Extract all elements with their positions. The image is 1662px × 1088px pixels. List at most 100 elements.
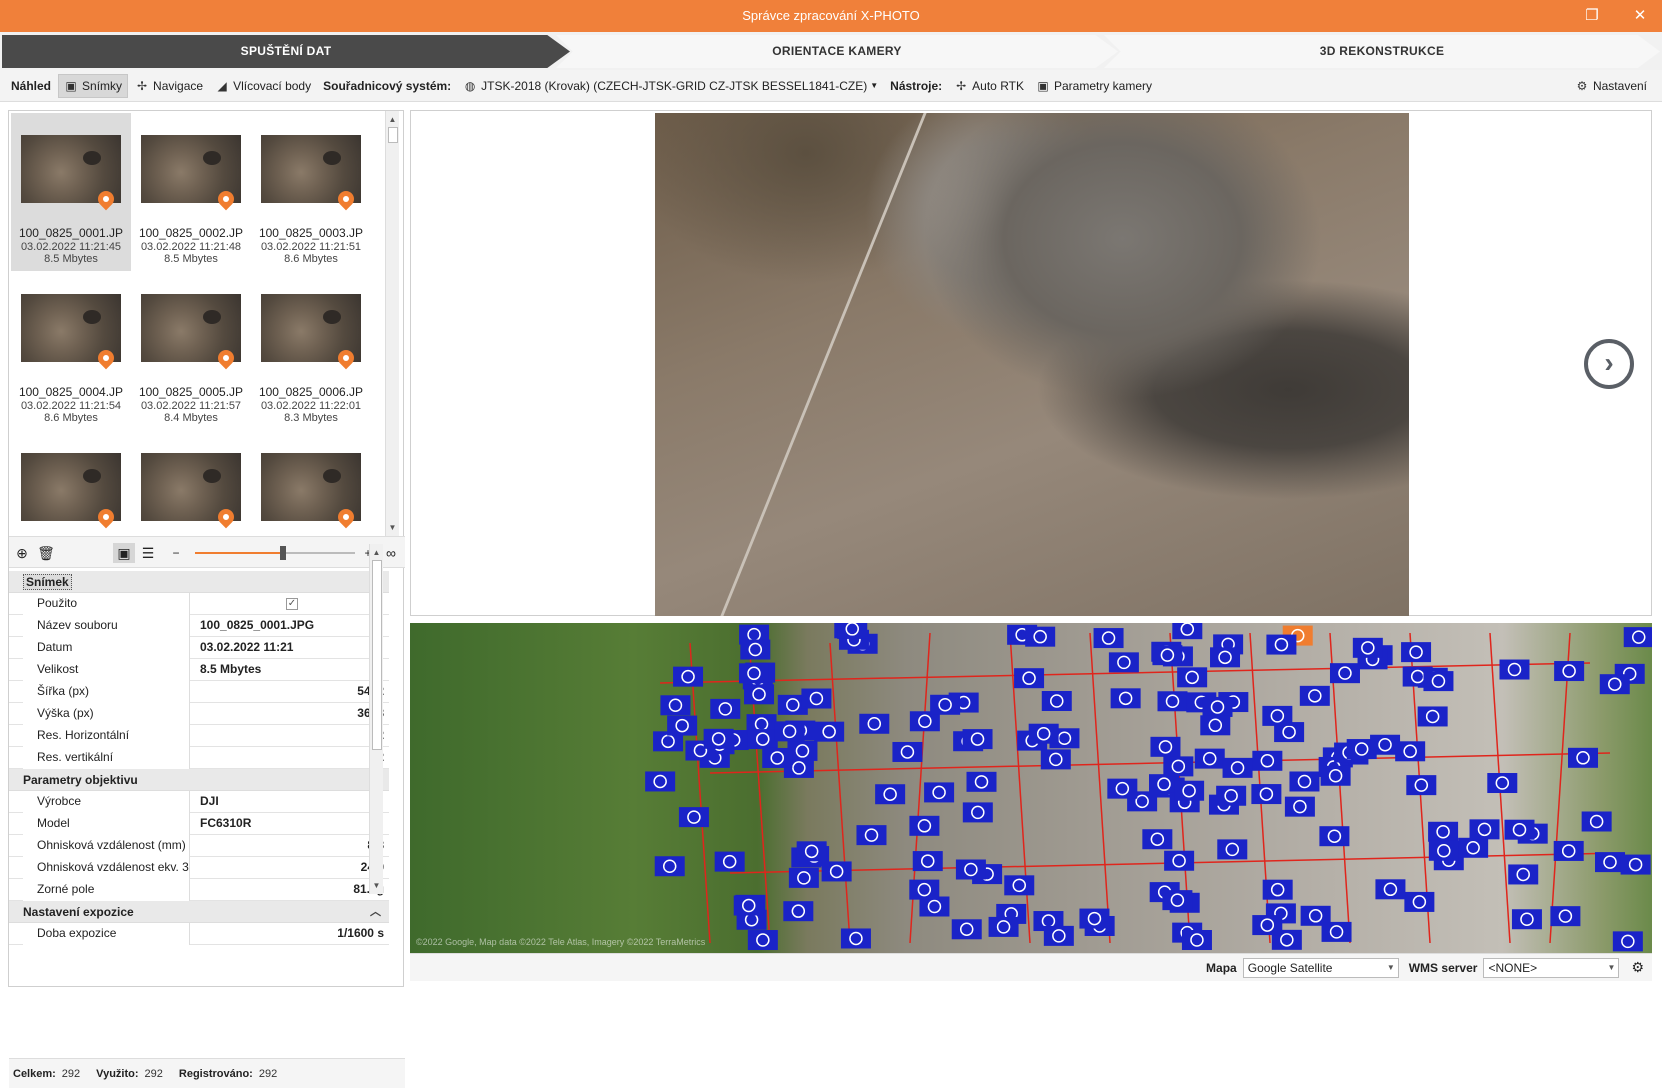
camera-position-marker[interactable] bbox=[1210, 647, 1241, 668]
thumbnail-item[interactable]: 100_0825_0001.JP 03.02.2022 11:21:45 8.5 M… bbox=[11, 113, 131, 271]
camera-position-marker[interactable] bbox=[1458, 837, 1489, 858]
camera-position-marker[interactable] bbox=[1252, 915, 1283, 936]
camera-position-marker[interactable] bbox=[1550, 906, 1581, 927]
property-row[interactable]: Ohnisková vzdálenost (mm) 8.8 bbox=[9, 835, 389, 857]
camera-position-marker[interactable] bbox=[801, 688, 832, 709]
camera-position-marker[interactable] bbox=[1202, 696, 1233, 717]
camera-position-marker[interactable] bbox=[1370, 734, 1401, 755]
gear-icon[interactable]: ⚙ bbox=[1631, 959, 1644, 976]
camera-position-marker[interactable] bbox=[1041, 691, 1072, 712]
property-row[interactable]: Šířka (px) 5472 bbox=[9, 681, 389, 703]
thumbnail-item[interactable] bbox=[11, 431, 131, 536]
camera-position-marker[interactable] bbox=[1107, 778, 1138, 799]
camera-position-marker[interactable] bbox=[1194, 748, 1225, 769]
camera-position-marker[interactable] bbox=[747, 729, 778, 750]
camera-position-marker[interactable] bbox=[1319, 826, 1350, 847]
camera-position-marker[interactable] bbox=[1284, 796, 1315, 817]
camera-position-marker[interactable] bbox=[1172, 623, 1203, 640]
camera-position-marker[interactable] bbox=[1142, 829, 1173, 850]
camera-position-marker[interactable] bbox=[912, 851, 943, 872]
section-lens[interactable]: Parametry objektivu ︿ bbox=[9, 769, 389, 791]
zoom-out-icon[interactable]: − bbox=[165, 543, 187, 563]
camera-position-marker[interactable] bbox=[1352, 637, 1383, 658]
camera-position-marker[interactable] bbox=[1554, 661, 1585, 682]
property-row[interactable]: Výrobce DJI bbox=[9, 791, 389, 813]
property-row[interactable]: Datum 03.02.2022 11:21 bbox=[9, 637, 389, 659]
camera-position-marker[interactable] bbox=[1217, 839, 1248, 860]
property-row[interactable]: Použito ✓ bbox=[9, 593, 389, 615]
camera-position-marker[interactable] bbox=[1499, 659, 1530, 680]
section-exposure[interactable]: Nastavení expozice ︿ bbox=[9, 901, 389, 923]
list-view-icon[interactable]: ☰ bbox=[137, 543, 159, 563]
camera-position-marker[interactable] bbox=[859, 713, 890, 734]
camera-position-marker[interactable] bbox=[1401, 642, 1432, 663]
camera-position-marker[interactable] bbox=[1025, 626, 1056, 647]
property-row[interactable]: Res. Horizontální 72 bbox=[9, 725, 389, 747]
camera-position-marker[interactable] bbox=[678, 807, 709, 828]
navigation-button[interactable]: ✢ Navigace bbox=[130, 74, 208, 98]
camera-position-marker[interactable] bbox=[1428, 821, 1459, 842]
property-row[interactable]: Model FC6310R bbox=[9, 813, 389, 835]
camera-position-marker[interactable] bbox=[1004, 875, 1035, 896]
photos-button[interactable]: ▣ Snímky bbox=[58, 73, 129, 98]
camera-position-marker[interactable] bbox=[1150, 736, 1181, 757]
property-scrollbar[interactable]: ▲ ▼ bbox=[369, 544, 383, 894]
link-icon[interactable]: ∞ bbox=[380, 543, 402, 563]
camera-params-button[interactable]: ▣ Parametry kamery bbox=[1031, 74, 1157, 98]
camera-position-marker[interactable] bbox=[1417, 706, 1448, 727]
camera-position-marker[interactable] bbox=[1157, 691, 1188, 712]
camera-position-marker[interactable] bbox=[1406, 775, 1437, 796]
used-checkbox[interactable]: ✓ bbox=[286, 597, 298, 610]
camera-position-marker[interactable] bbox=[703, 728, 734, 749]
camera-position-marker[interactable] bbox=[1262, 705, 1293, 726]
camera-position-marker[interactable] bbox=[1329, 663, 1360, 684]
camera-position-marker[interactable] bbox=[962, 802, 993, 823]
wms-server-select[interactable]: <NONE> ▼ bbox=[1483, 957, 1620, 978]
zoom-slider[interactable] bbox=[195, 546, 355, 560]
scroll-up-icon[interactable]: ▲ bbox=[386, 113, 399, 126]
camera-position-marker[interactable] bbox=[1216, 785, 1247, 806]
camera-position-marker[interactable] bbox=[951, 919, 982, 940]
zoom-slider-knob[interactable] bbox=[280, 546, 286, 560]
camera-position-marker[interactable] bbox=[1581, 811, 1612, 832]
camera-position-marker[interactable] bbox=[667, 715, 698, 736]
step-camera-orientation[interactable]: ORIENTACE KAMERY bbox=[556, 35, 1118, 68]
settings-button[interactable]: ⚙ Nastavení bbox=[1570, 74, 1652, 98]
camera-position-marker[interactable] bbox=[892, 741, 923, 762]
camera-position-marker[interactable] bbox=[673, 666, 704, 687]
camera-position-marker[interactable] bbox=[840, 928, 871, 949]
step-3d-reconstruction[interactable]: 3D REKONSTRUKCE bbox=[1104, 35, 1660, 68]
camera-position-marker[interactable] bbox=[856, 825, 887, 846]
camera-position-marker[interactable] bbox=[1612, 931, 1643, 952]
camera-position-marker[interactable] bbox=[1028, 723, 1059, 744]
camera-position-marker[interactable] bbox=[747, 930, 778, 951]
thumbnail-item[interactable]: 100_0825_0006.JP 03.02.2022 11:22:01 8.3 M… bbox=[251, 272, 371, 430]
map-view[interactable]: ©2022 Google, Map data ©2022 Tele Atlas,… bbox=[410, 623, 1652, 953]
camera-position-marker[interactable] bbox=[710, 698, 741, 719]
camera-position-marker[interactable] bbox=[1299, 685, 1330, 706]
camera-position-marker[interactable] bbox=[1511, 909, 1542, 930]
camera-position-marker[interactable] bbox=[1163, 756, 1194, 777]
camera-position-marker[interactable] bbox=[738, 663, 769, 684]
camera-position-marker[interactable] bbox=[1040, 749, 1071, 770]
property-row[interactable]: Ohnisková vzdálenost ekv. 3... 24.0 bbox=[9, 857, 389, 879]
delete-icon[interactable]: 🗑 bbox=[35, 543, 57, 563]
camera-position-marker[interactable] bbox=[1620, 854, 1651, 875]
camera-position-marker[interactable] bbox=[1181, 930, 1212, 951]
thumbnail-view-icon[interactable]: ▣ bbox=[113, 543, 135, 563]
camera-position-marker[interactable] bbox=[1251, 784, 1282, 805]
camera-position-marker[interactable] bbox=[1162, 890, 1193, 911]
gcp-button[interactable]: ◢ Vlícovací body bbox=[210, 74, 316, 98]
map-type-select[interactable]: Google Satellite ▼ bbox=[1242, 957, 1399, 978]
camera-position-marker[interactable] bbox=[1423, 671, 1454, 692]
property-row[interactable]: Res. vertikální 72 bbox=[9, 747, 389, 769]
camera-position-marker[interactable] bbox=[837, 623, 868, 639]
camera-position-marker[interactable] bbox=[909, 815, 940, 836]
add-icon[interactable]: ⊕ bbox=[11, 543, 33, 563]
property-row[interactable]: Doba expozice 1/1600 s bbox=[9, 923, 389, 945]
camera-position-marker[interactable] bbox=[1504, 819, 1535, 840]
camera-position-marker[interactable] bbox=[740, 639, 771, 660]
camera-position-marker[interactable] bbox=[1110, 688, 1141, 709]
property-row[interactable]: Výška (px) 3648 bbox=[9, 703, 389, 725]
camera-position-marker[interactable] bbox=[1320, 765, 1351, 786]
